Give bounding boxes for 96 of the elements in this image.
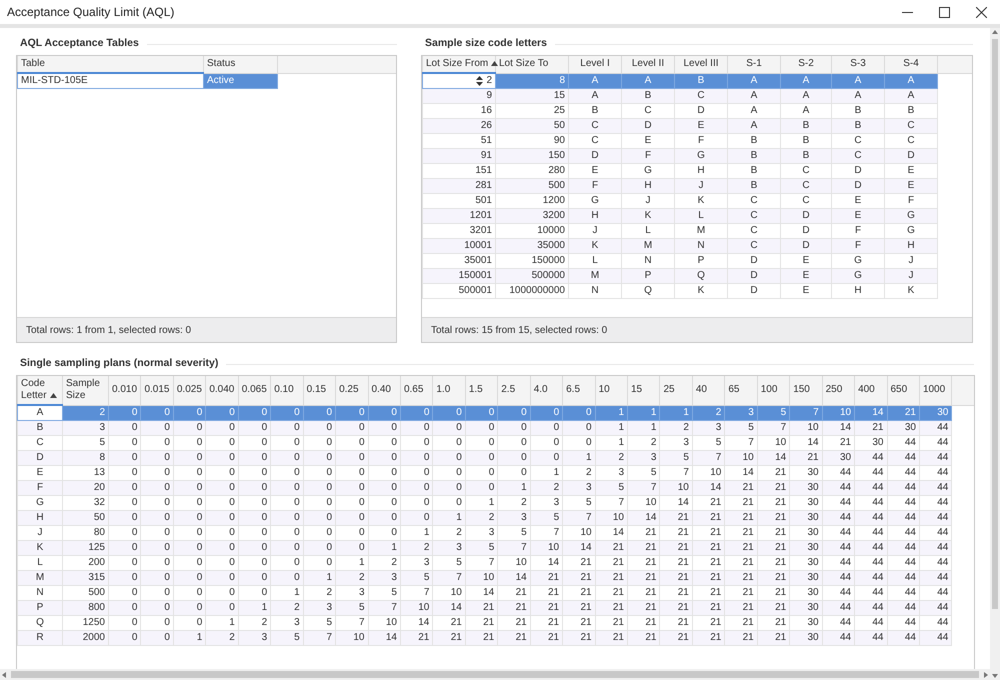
column-header[interactable]: 0.15 bbox=[303, 376, 336, 405]
table-cell: 500001 bbox=[422, 284, 496, 298]
column-header[interactable]: 400 bbox=[854, 376, 887, 405]
window-title: Acceptance Quality Limit (AQL) bbox=[7, 4, 174, 21]
sort-ascending-icon bbox=[491, 60, 498, 66]
table-cell: 44 bbox=[822, 630, 855, 646]
column-header[interactable]: 15 bbox=[628, 376, 660, 405]
column-header[interactable]: 0.10 bbox=[270, 376, 304, 405]
column-header[interactable]: 4.0 bbox=[530, 376, 563, 405]
table-cell: 7 bbox=[303, 630, 336, 646]
table-cell: 0 bbox=[140, 630, 174, 646]
table-cell: 2000 bbox=[62, 630, 108, 646]
table-cell: D bbox=[728, 284, 780, 298]
table-row[interactable]: 2 8 A A B A A A A bbox=[422, 73, 972, 88]
table-cell: 14 bbox=[368, 630, 400, 646]
column-header[interactable]: 0.015 bbox=[140, 376, 174, 405]
column-header[interactable]: 250 bbox=[822, 376, 855, 405]
table-row[interactable]: MIL-STD-105E Active bbox=[18, 73, 396, 88]
table-cell: 44 bbox=[854, 630, 887, 646]
table-cell: K bbox=[674, 284, 728, 298]
table-cell: 21 bbox=[660, 630, 692, 646]
column-header[interactable]: 650 bbox=[887, 376, 920, 405]
table-cell: K bbox=[884, 284, 938, 298]
table-cell: 21 bbox=[757, 630, 790, 646]
table-cell: 1000000000 bbox=[496, 284, 568, 298]
table-cell: E bbox=[780, 284, 832, 298]
table-cell: 1 bbox=[173, 630, 206, 646]
column-header[interactable]: 0.25 bbox=[336, 376, 368, 405]
status-bar: Total rows: 15 from 15, selected rows: 0 bbox=[422, 317, 972, 342]
column-header[interactable]: 150 bbox=[790, 376, 822, 405]
table-cell: A bbox=[18, 405, 62, 420]
table-cell: 21 bbox=[724, 630, 758, 646]
spin-arrows-icon[interactable] bbox=[476, 76, 483, 86]
status-bar: Total rows: 1 from 1, selected rows: 0 bbox=[17, 317, 396, 342]
column-header[interactable]: Lot Size From bbox=[422, 56, 496, 73]
table-cell: 21 bbox=[562, 630, 596, 646]
section-title: Sample size code letters bbox=[424, 36, 547, 52]
table-cell: 21 bbox=[465, 630, 498, 646]
column-header[interactable]: Code Letter bbox=[18, 376, 62, 405]
column-header[interactable]: 0.65 bbox=[400, 376, 433, 405]
column-header[interactable]: Level II bbox=[622, 56, 674, 73]
table-cell: 21 bbox=[432, 630, 466, 646]
column-header[interactable]: S-2 bbox=[780, 56, 832, 73]
sort-ascending-icon bbox=[50, 392, 57, 398]
table-cell: 21 bbox=[530, 630, 563, 646]
column-header[interactable]: 1.0 bbox=[432, 376, 466, 405]
table-row[interactable]: A 2 0 0 0 0 0 0 0 0 0 0 0 0 0 0 0 1 1 1 2 3 5 7 10 14 21 30 bbox=[18, 405, 974, 420]
table-cell: 21 bbox=[595, 630, 628, 646]
table-cell: 0 bbox=[108, 630, 141, 646]
column-header[interactable]: 1000 bbox=[919, 376, 952, 405]
column-header[interactable]: Level III bbox=[674, 56, 728, 73]
column-header[interactable]: Lot Size To bbox=[496, 56, 568, 73]
table-cell: N bbox=[568, 284, 622, 298]
column-header[interactable]: S-1 bbox=[728, 56, 780, 73]
table-cell: Q bbox=[622, 284, 674, 298]
column-header[interactable]: Status bbox=[204, 56, 278, 73]
section-title: Single sampling plans (normal severity) bbox=[19, 356, 218, 372]
section-title: AQL Acceptance Tables bbox=[19, 36, 139, 52]
column-header[interactable]: 0.025 bbox=[173, 376, 206, 405]
column-header[interactable]: 100 bbox=[757, 376, 790, 405]
table-cell: 21 bbox=[498, 630, 530, 646]
column-header[interactable]: 0.010 bbox=[108, 376, 141, 405]
column-header[interactable]: 2.5 bbox=[498, 376, 530, 405]
table-cell: 3 bbox=[238, 630, 271, 646]
table-cell: 44 bbox=[887, 630, 920, 646]
column-header[interactable]: 0.40 bbox=[368, 376, 400, 405]
table-cell: 5 bbox=[270, 630, 304, 646]
table-cell: 21 bbox=[692, 630, 725, 646]
table-cell: Active bbox=[204, 73, 278, 88]
scroll-right-icon[interactable] bbox=[982, 670, 990, 678]
column-header[interactable]: S-3 bbox=[832, 56, 884, 73]
column-header[interactable]: Table bbox=[18, 56, 204, 73]
column-header[interactable]: Level I bbox=[568, 56, 622, 73]
horizontal-scrollbar[interactable] bbox=[0, 669, 990, 680]
column-header[interactable]: Sample Size bbox=[62, 376, 108, 405]
column-header[interactable]: 10 bbox=[595, 376, 628, 405]
column-header[interactable]: 0.040 bbox=[206, 376, 238, 405]
scroll-down-icon[interactable] bbox=[991, 672, 999, 680]
column-header[interactable]: 65 bbox=[724, 376, 758, 405]
table-cell: H bbox=[832, 284, 884, 298]
table-cell: 2 bbox=[206, 630, 238, 646]
column-header[interactable]: 1.5 bbox=[465, 376, 498, 405]
column-header[interactable]: S-4 bbox=[884, 56, 938, 73]
column-header[interactable]: 40 bbox=[692, 376, 725, 405]
spin-editor[interactable]: 2 bbox=[422, 73, 496, 88]
column-header[interactable]: 0.065 bbox=[238, 376, 271, 405]
column-header[interactable]: 6.5 bbox=[562, 376, 596, 405]
table-cell: 21 bbox=[628, 630, 660, 646]
scroll-left-icon[interactable] bbox=[0, 670, 8, 678]
table-cell: 10 bbox=[336, 630, 368, 646]
column-header[interactable]: 25 bbox=[660, 376, 692, 405]
table-cell: MIL-STD-105E bbox=[18, 73, 204, 88]
table-cell: R bbox=[18, 630, 62, 646]
table-cell: 21 bbox=[400, 630, 433, 646]
vertical-scrollbar[interactable] bbox=[990, 28, 1000, 680]
table-cell: 30 bbox=[790, 630, 822, 646]
